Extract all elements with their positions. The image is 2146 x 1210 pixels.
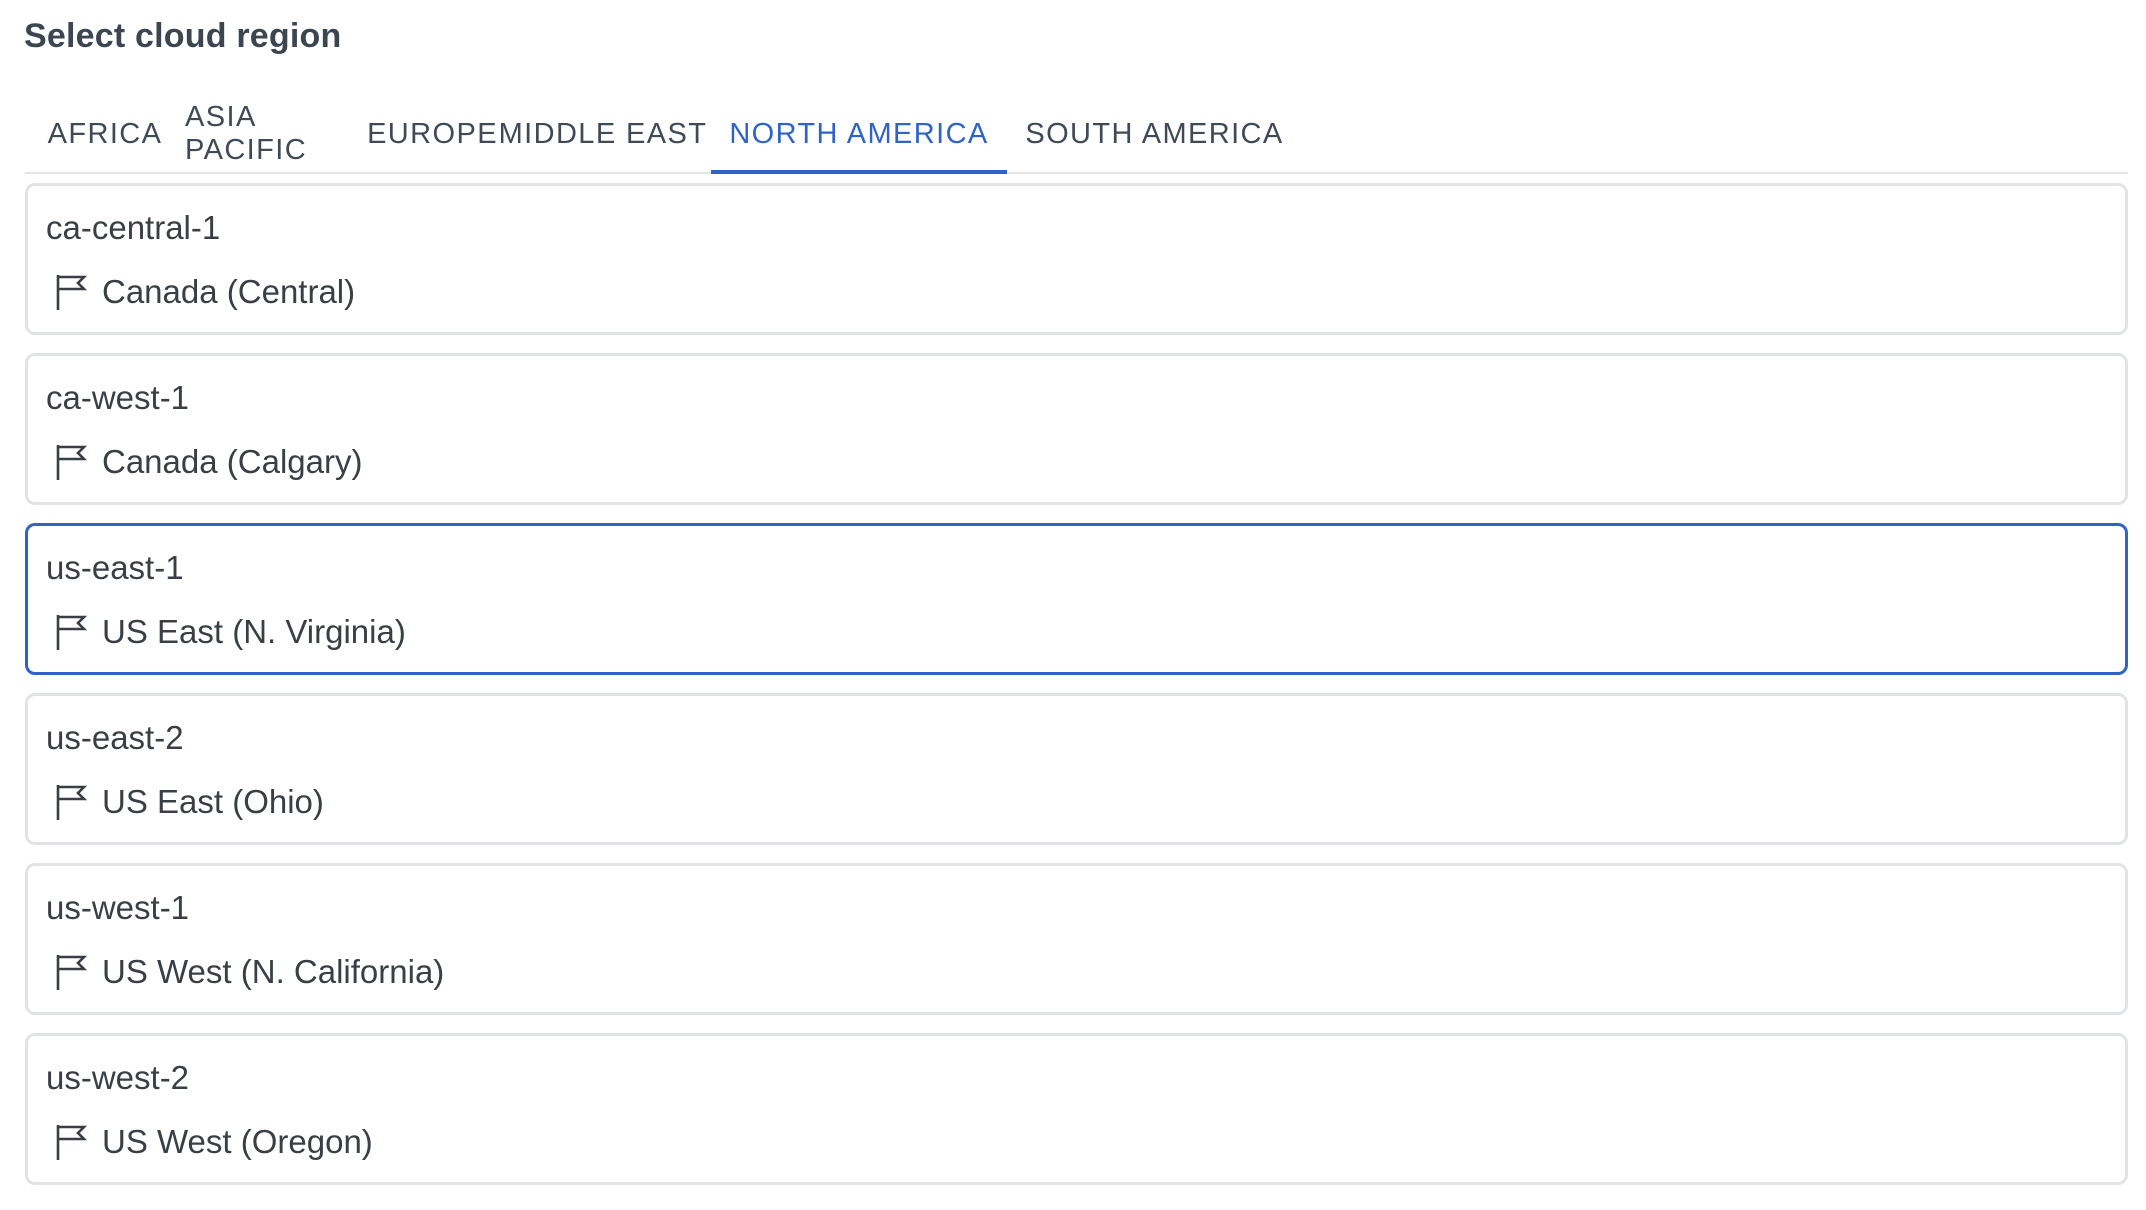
tab-europe[interactable]: EUROPE [367,96,496,172]
region-code: ca-west-1 [46,379,190,416]
region-name: Canada (Central) [102,273,356,310]
region-card-ca-central-1[interactable]: ca-central-1 Canada (Central) [25,183,2128,335]
flag-icon [54,1122,88,1162]
region-code: us-west-2 [46,1059,190,1096]
flag-icon [54,442,88,482]
tab-asia-pacific[interactable]: ASIA PACIFIC [185,96,370,172]
region-code: ca-central-1 [46,209,221,246]
flag-icon [54,272,88,312]
region-tabs: AFRICA ASIA PACIFIC EUROPE MIDDLE EAST N… [25,96,2128,174]
region-card-us-west-1[interactable]: us-west-1 US West (N. California) [25,863,2128,1015]
tab-africa[interactable]: AFRICA [25,96,185,172]
region-card-ca-west-1[interactable]: ca-west-1 Canada (Calgary) [25,353,2128,505]
region-card-us-west-2[interactable]: us-west-2 US West (Oregon) [25,1033,2128,1185]
region-name: US East (Ohio) [102,783,324,820]
tab-north-america[interactable]: NORTH AMERICA [711,96,1007,174]
region-list: ca-central-1 Canada (Central) ca-west-1 … [25,183,2128,1203]
tab-south-america[interactable]: SOUTH AMERICA [1007,96,1302,172]
region-name: Canada (Calgary) [102,443,363,480]
region-name: US East (N. Virginia) [102,613,406,650]
region-card-us-east-2[interactable]: us-east-2 US East (Ohio) [25,693,2128,845]
region-name: US West (N. California) [102,953,445,990]
region-name: US West (Oregon) [102,1123,373,1160]
page-title: Select cloud region [24,17,342,55]
region-code: us-west-1 [46,889,190,926]
tab-middle-east[interactable]: MIDDLE EAST [495,96,711,172]
region-code: us-east-2 [46,719,184,756]
flag-icon [54,782,88,822]
region-card-us-east-1[interactable]: us-east-1 US East (N. Virginia) [25,523,2128,675]
flag-icon [54,952,88,992]
region-code: us-east-1 [46,549,184,586]
flag-icon [54,612,88,652]
